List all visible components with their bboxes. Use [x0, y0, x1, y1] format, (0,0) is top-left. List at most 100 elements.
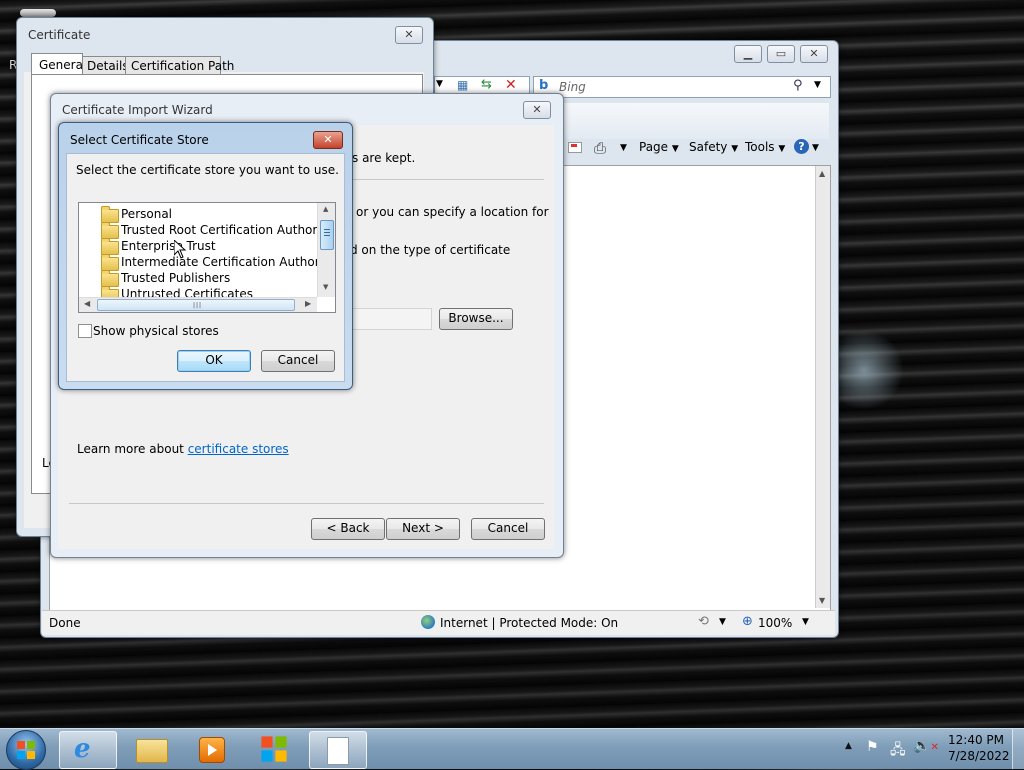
list-item-trusted-root[interactable]: Trusted Root Certification Authorities [101, 222, 317, 239]
wizard-cancel-button[interactable]: Cancel [471, 518, 545, 540]
tab-certification-path[interactable]: Certification Path [125, 56, 234, 75]
folder-icon [101, 206, 119, 223]
scroll-right-icon[interactable]: ▶ [305, 299, 311, 308]
zoom-icon[interactable]: ⊕ [742, 614, 753, 629]
action-center-flag-icon[interactable]: ⚑ [866, 739, 879, 755]
wizard-title: Certificate Import Wizard [62, 103, 213, 117]
tab-details[interactable]: Details [82, 56, 129, 75]
taskbar-explorer[interactable] [122, 731, 178, 767]
folder-icon [101, 254, 119, 271]
list-item-untrusted[interactable]: Untrusted Certificates [101, 286, 311, 297]
status-done: Done [49, 616, 81, 630]
list-item-personal[interactable]: Personal [101, 206, 311, 223]
scroll-thumb[interactable] [320, 220, 334, 250]
internet-explorer-icon: e [74, 734, 91, 764]
store-label: Trusted Publishers [121, 271, 231, 285]
compat-view-icon[interactable]: ▦ [457, 78, 468, 92]
list-item-intermediate[interactable]: Intermediate Certification Authorities [101, 254, 317, 271]
certificate-stores-link[interactable]: certificate stores [188, 442, 289, 456]
read-mail-icon[interactable] [568, 142, 582, 153]
ie-minimize-button[interactable]: ▁ [734, 45, 762, 63]
store-vertical-scrollbar[interactable]: ▲ ▼ [317, 203, 335, 297]
store-cancel-button[interactable]: Cancel [261, 350, 335, 372]
store-listbox[interactable]: Personal Trusted Root Certification Auth… [78, 202, 336, 313]
browse-button[interactable]: Browse... [439, 308, 513, 330]
taskbar-internet-explorer[interactable]: e [59, 731, 117, 769]
scroll-down-icon[interactable]: ▼ [323, 283, 328, 291]
bing-logo-icon: b [539, 78, 549, 93]
print-dropdown-icon[interactable]: ▼ [620, 143, 627, 153]
dropdown-arrow-icon[interactable]: ▼ [436, 79, 443, 89]
learn-more-text: Learn more about certificate stores [77, 442, 289, 456]
folder-icon [101, 222, 119, 239]
help-icon[interactable]: ? [794, 139, 809, 154]
zoom-level[interactable]: 100% [758, 616, 792, 630]
folder-icon [101, 286, 119, 297]
zoom-security-icon[interactable]: ⟲ [698, 614, 709, 629]
next-button[interactable]: Next > [386, 518, 460, 540]
page-menu[interactable]: Page ▼ [639, 140, 679, 154]
store-close-button[interactable]: ✕ [313, 131, 343, 149]
clock-time[interactable]: 12:40 PM [948, 733, 1004, 747]
horizontal-scroll-thumb[interactable]: ||| [97, 299, 295, 311]
list-item-enterprise-trust[interactable]: Enterprise Trust [101, 238, 311, 255]
clock-date[interactable]: 7/28/2022 [948, 749, 1010, 763]
wizard-close-button[interactable]: ✕ [523, 101, 551, 119]
show-physical-stores-label[interactable]: Show physical stores [93, 324, 219, 338]
safety-menu[interactable]: Safety ▼ [689, 140, 738, 154]
refresh-icon[interactable]: ⇆ [481, 77, 492, 92]
store-label: Intermediate Certification Authorities [121, 255, 317, 269]
list-item-trusted-publishers[interactable]: Trusted Publishers [101, 270, 311, 287]
store-titlebar: Select Certificate Store ✕ [59, 123, 352, 149]
ie-vertical-scrollbar[interactable]: ▲ ▼ [815, 166, 830, 608]
search-box[interactable]: b Bing ⚲ ▼ [533, 76, 831, 98]
start-button[interactable] [6, 730, 46, 770]
store-ok-button[interactable]: OK [177, 350, 251, 372]
store-prompt: Select the certificate store you want to… [76, 163, 339, 177]
taskbar-certificate[interactable] [309, 731, 367, 769]
wizard-titlebar: Certificate Import Wizard ✕ [51, 94, 563, 120]
ie-maximize-button[interactable]: ▭ [767, 45, 795, 63]
zoom-dropdown-icon[interactable]: ▼ [802, 617, 809, 627]
search-dropdown-icon[interactable]: ▼ [814, 80, 821, 90]
globe-icon [421, 615, 435, 629]
search-input[interactable]: Bing [559, 80, 586, 94]
tab-details-label: Details [87, 59, 129, 73]
stop-icon[interactable]: ✕ [505, 77, 517, 93]
scroll-up-icon[interactable]: ▲ [323, 205, 328, 213]
volume-muted-icon[interactable]: 🔈✕ [913, 738, 939, 754]
taskbar: e ▲ ⚑ 🖧 🔈✕ 12:40 PM 7/28/2022 [0, 728, 1024, 770]
certificate-titlebar: Certificate ✕ [17, 18, 433, 44]
store-label: Untrusted Certificates [121, 287, 253, 297]
store-dialog-title: Select Certificate Store [70, 133, 209, 147]
taskbar-windows[interactable] [246, 731, 302, 767]
network-icon[interactable]: 🖧 [890, 739, 906, 763]
show-desktop-button[interactable] [1012, 729, 1024, 769]
back-button[interactable]: < Back [311, 518, 385, 540]
tab-certification-path-label: Certification Path [131, 59, 235, 73]
print-icon[interactable]: ⎙ [594, 139, 606, 157]
scroll-left-icon[interactable]: ◀ [84, 299, 90, 308]
certificate-store-field[interactable] [345, 308, 432, 330]
show-physical-stores-checkbox[interactable] [78, 324, 92, 338]
windows-flag-icon [261, 736, 287, 762]
wizard-text-line-2: or you can specify a location for [356, 205, 549, 219]
store-label: Enterprise Trust [121, 239, 216, 253]
ie-close-button[interactable]: ✕ [800, 45, 828, 63]
show-hidden-icons[interactable]: ▲ [845, 741, 852, 751]
windows-logo-icon [17, 741, 35, 759]
store-list: Personal Trusted Root Certification Auth… [79, 203, 317, 297]
taskbar-media-player[interactable] [183, 731, 239, 767]
security-dropdown-icon[interactable]: ▼ [719, 617, 726, 627]
wizard-footer-divider [69, 503, 544, 504]
tab-general[interactable]: General [31, 53, 86, 75]
search-icon[interactable]: ⚲ [793, 78, 803, 93]
certificate-close-button[interactable]: ✕ [395, 26, 423, 44]
store-horizontal-scrollbar[interactable]: ◀ ||| ▶ [79, 297, 317, 312]
media-player-icon [199, 737, 225, 763]
ie-status-bar: Done Internet | Protected Mode: On ⟲ ▼ ⊕… [42, 610, 835, 635]
tools-menu[interactable]: Tools ▼ [745, 140, 785, 154]
certificate-title: Certificate [28, 28, 91, 42]
help-dropdown-icon[interactable]: ▼ [812, 143, 819, 153]
mouse-cursor-icon [174, 240, 186, 259]
